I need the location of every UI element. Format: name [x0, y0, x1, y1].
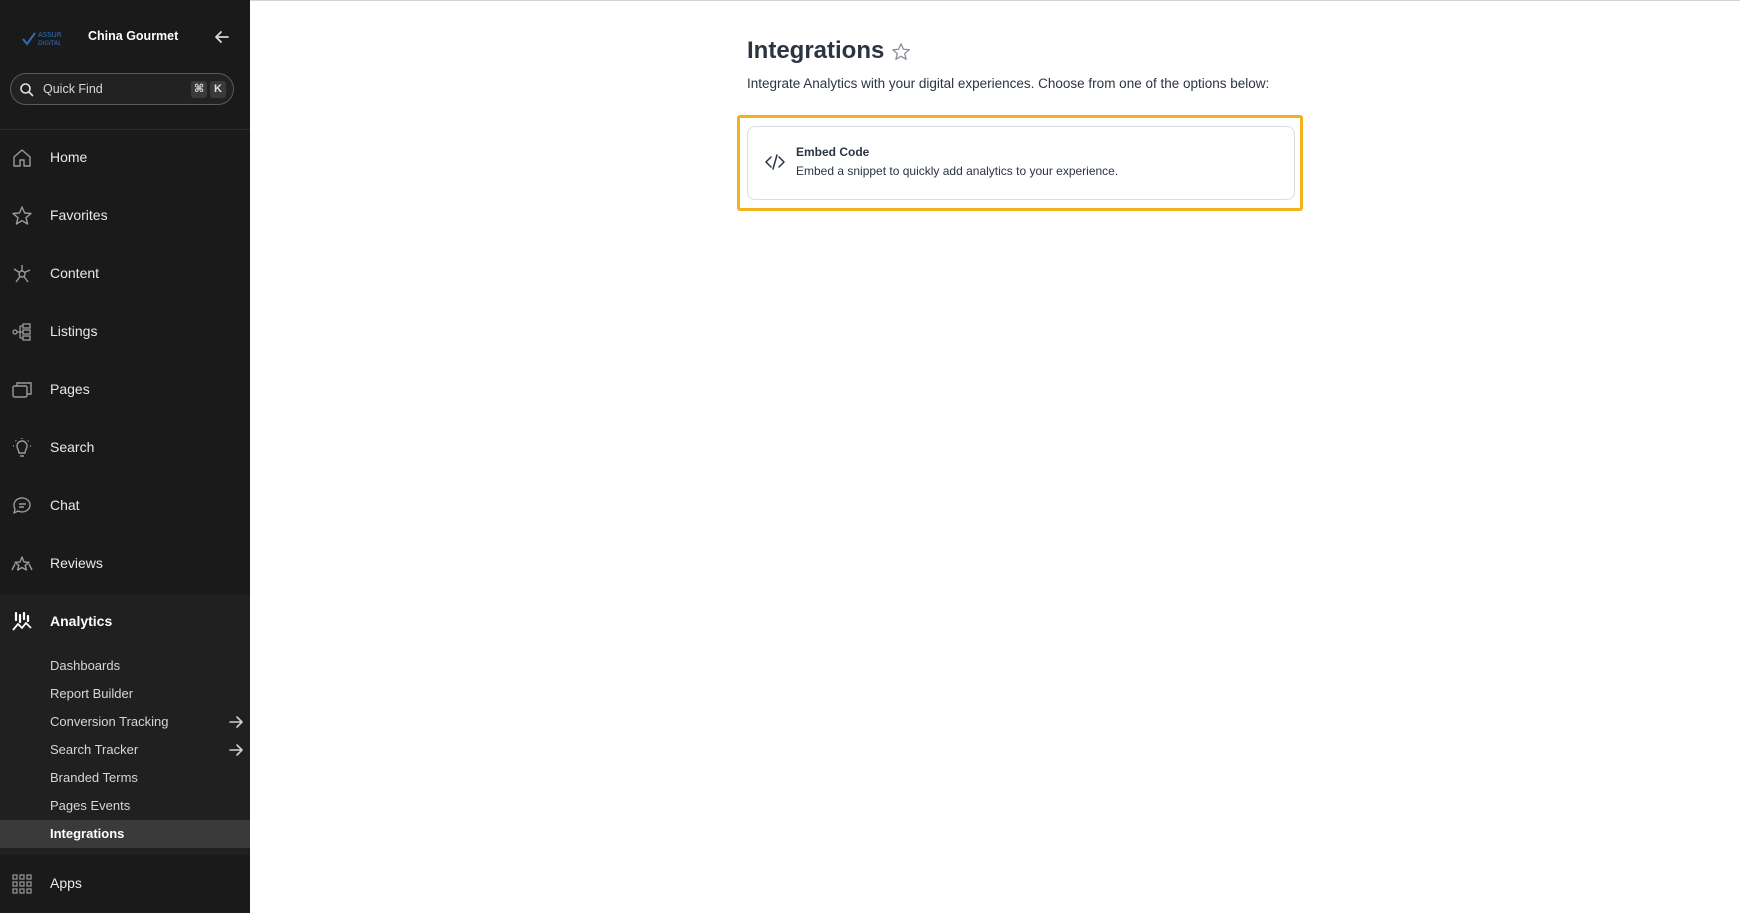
sub-item-search-tracker[interactable]: Search Tracker: [0, 736, 250, 764]
nav-item-apps[interactable]: Apps: [0, 859, 250, 909]
nav-item-favorites[interactable]: Favorites: [0, 191, 250, 241]
sidebar-divider: [0, 129, 250, 130]
nav-label: Reviews: [50, 555, 103, 571]
content-icon: [13, 265, 31, 283]
nav-item-search[interactable]: Search: [0, 423, 250, 473]
page-description: Integrate Analytics with your digital ex…: [747, 76, 1270, 91]
home-icon: [13, 149, 31, 167]
option-description: Embed a snippet to quickly add analytics…: [796, 164, 1119, 178]
page-title: Integrations: [747, 37, 885, 64]
pages-icon: [12, 382, 32, 398]
shortcut-k-key: K: [210, 81, 226, 98]
quick-find-placeholder: Quick Find: [43, 82, 103, 96]
nav-item-analytics[interactable]: Analytics: [0, 597, 250, 647]
arrow-right-icon: [229, 716, 243, 728]
nav-label: Favorites: [50, 207, 108, 223]
search-icon: [20, 83, 34, 97]
sub-item-label: Conversion Tracking: [50, 714, 169, 729]
nav-label: Listings: [50, 323, 98, 339]
sub-item-dashboards[interactable]: Dashboards: [0, 652, 250, 680]
apps-grid-icon: [12, 874, 32, 894]
sub-item-label: Search Tracker: [50, 742, 139, 757]
nav-item-content[interactable]: Content: [0, 249, 250, 299]
sub-item-pages-events[interactable]: Pages Events: [0, 792, 250, 820]
collapse-sidebar-arrow-icon[interactable]: [212, 27, 232, 47]
nav-item-reviews[interactable]: Reviews: [0, 539, 250, 589]
option-title: Embed Code: [796, 145, 870, 159]
nav-label: Pages: [50, 381, 90, 397]
nav-item-home[interactable]: Home: [0, 133, 250, 183]
sub-item-branded-terms[interactable]: Branded Terms: [0, 764, 250, 792]
reviews-icon: [11, 556, 33, 571]
main-content: Integrations Integrate Analytics with yo…: [250, 0, 1740, 913]
brand-logo: ASSUR DIGITAL: [22, 31, 62, 47]
account-name[interactable]: China Gourmet: [88, 29, 178, 43]
arrow-right-icon: [229, 744, 243, 756]
svg-text:ASSUR: ASSUR: [38, 31, 62, 39]
listings-icon: [12, 323, 31, 341]
nav-label: Analytics: [50, 613, 113, 629]
sidebar: ASSUR DIGITAL China Gourmet Quick Find ⌘…: [0, 0, 250, 913]
sub-item-label: Pages Events: [50, 798, 131, 813]
sub-item-integrations[interactable]: Integrations: [0, 820, 250, 848]
sub-item-label: Branded Terms: [50, 770, 138, 785]
nav-item-pages[interactable]: Pages: [0, 365, 250, 415]
sub-item-label: Integrations: [50, 826, 125, 841]
quick-find-input[interactable]: Quick Find ⌘ K: [10, 73, 234, 105]
chat-icon: [13, 497, 31, 514]
lightbulb-icon: [13, 438, 31, 457]
code-icon: [765, 154, 785, 170]
star-icon: [12, 206, 32, 225]
nav-label: Apps: [50, 875, 82, 891]
nav-label: Home: [50, 149, 88, 165]
svg-text:DIGITAL: DIGITAL: [38, 40, 61, 47]
analytics-icon: [12, 611, 32, 631]
sub-item-label: Report Builder: [50, 686, 134, 701]
nav-label: Content: [50, 265, 100, 281]
nav-item-chat[interactable]: Chat: [0, 481, 250, 531]
sub-item-label: Dashboards: [50, 658, 121, 673]
embed-code-option-card[interactable]: Embed Code Embed a snippet to quickly ad…: [747, 126, 1295, 200]
nav-item-listings[interactable]: Listings: [0, 307, 250, 357]
sub-item-conversion-tracking[interactable]: Conversion Tracking: [0, 708, 250, 736]
shortcut-cmd-key: ⌘: [191, 81, 208, 98]
nav-label: Search: [50, 439, 95, 455]
sidebar-header: ASSUR DIGITAL China Gourmet: [0, 0, 250, 72]
sub-item-report-builder[interactable]: Report Builder: [0, 680, 250, 708]
nav-label: Chat: [50, 497, 80, 513]
favorite-star-icon[interactable]: [890, 41, 912, 63]
